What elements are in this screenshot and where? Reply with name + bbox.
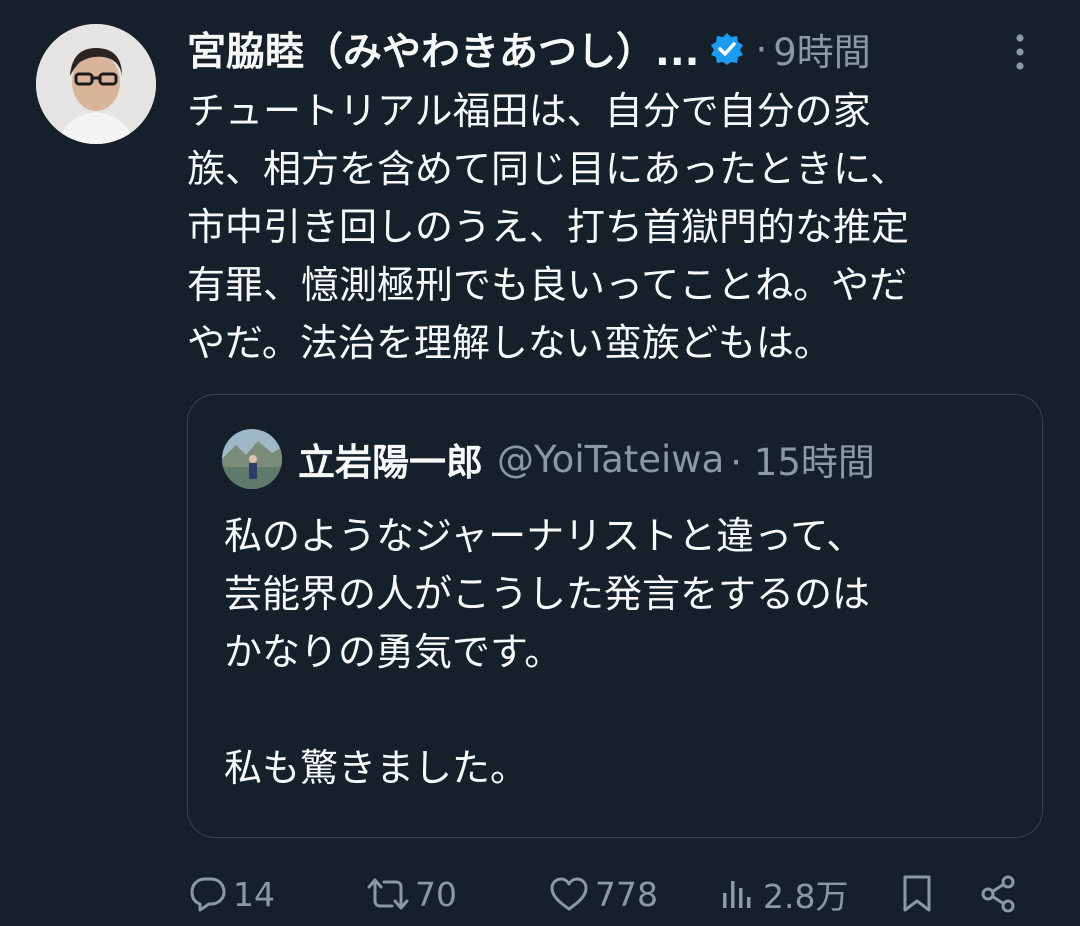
quoted-avatar-image [222, 429, 282, 489]
bookmark-button[interactable] [897, 866, 937, 922]
retweet-button[interactable]: 70 [365, 866, 457, 922]
quoted-text-line [224, 681, 1024, 739]
quoted-author-avatar[interactable] [222, 429, 282, 489]
retweet-icon [365, 873, 411, 915]
author-name[interactable]: 宮脇睦（みやわきあつし）... [187, 21, 699, 77]
tweet-action-bar: 14 70 778 2.8万 [187, 866, 1047, 922]
share-button[interactable] [977, 866, 1021, 922]
author-avatar[interactable] [36, 24, 156, 144]
tweet-text-line: 有罪、憶測極刑でも良いってことね。やだ [187, 263, 908, 307]
author-avatar-image [36, 24, 156, 144]
more-options-icon[interactable] [1008, 32, 1032, 72]
tweet-separator: · [755, 27, 768, 71]
share-icon [977, 872, 1021, 916]
quoted-author-handle[interactable]: @YoiTateiwa [497, 438, 724, 481]
quoted-text-line: 私のようなジャーナリストと違って、 [224, 514, 865, 558]
reply-count: 14 [233, 874, 275, 914]
reply-button[interactable]: 14 [187, 866, 275, 922]
tweet-text-line: 族、相方を含めて同じ目にあったときに、 [187, 147, 908, 191]
bookmark-icon [897, 872, 937, 916]
tweet-text: チュートリアル福田は、自分で自分の家 族、相方を含めて同じ目にあったときに、 市… [187, 82, 1047, 372]
views-count: 2.8万 [763, 877, 849, 916]
tweet-text-line: やだ。法治を理解しない蛮族どもは。 [187, 321, 832, 365]
views-chart-icon [719, 873, 759, 915]
views-button[interactable]: 2.8万 [719, 866, 848, 922]
tweet-time[interactable]: 9時間 [773, 22, 871, 76]
tweet-header: 宮脇睦（みやわきあつし）... · 9時間 [187, 21, 1047, 77]
quoted-author-name[interactable]: 立岩陽一郎 [298, 432, 483, 486]
quoted-text-line: かなりの勇気です。 [224, 630, 563, 674]
tweet-text-line: チュートリアル福田は、自分で自分の家 [187, 89, 871, 133]
quoted-text-line: 私も驚きました。 [224, 746, 529, 790]
quoted-tweet-time: · 15時間 [730, 441, 875, 484]
quoted-text-line: 芸能界の人がこうした発言をするのは [224, 572, 871, 616]
quoted-tweet[interactable]: 立岩陽一郎 @YoiTateiwa · 15時間 私のようなジャーナリストと違っ… [187, 394, 1043, 838]
tweet-text-line: 市中引き回しのうえ、打ち首獄門的な推定 [187, 205, 910, 249]
verified-badge-icon [709, 31, 745, 67]
retweet-count: 70 [415, 874, 457, 914]
quoted-tweet-text: 私のようなジャーナリストと違って、 芸能界の人がこうした発言をするのは かなりの… [224, 507, 1024, 797]
like-count: 778 [595, 874, 658, 914]
quoted-tweet-header: 立岩陽一郎 @YoiTateiwa · 15時間 [298, 433, 875, 485]
like-button[interactable]: 778 [547, 866, 658, 922]
heart-icon [547, 873, 591, 915]
reply-icon [187, 873, 229, 915]
